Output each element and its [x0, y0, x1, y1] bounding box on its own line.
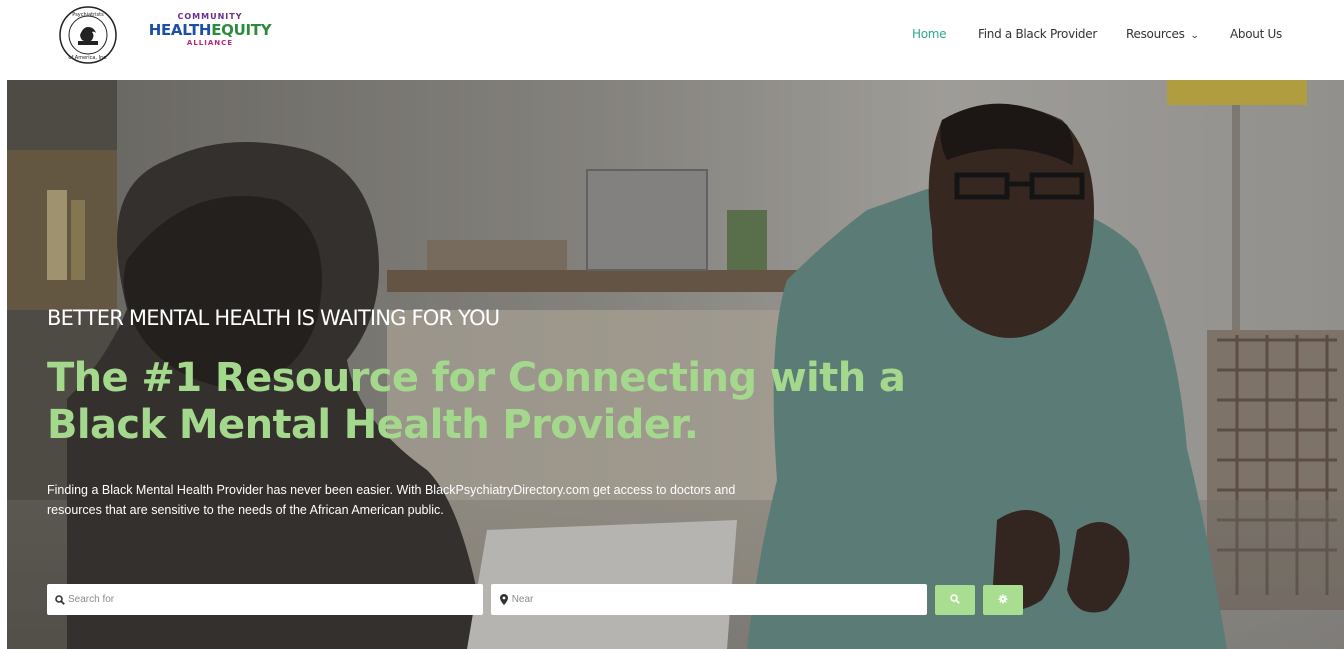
location-pin-icon — [499, 594, 509, 606]
nav-resources[interactable]: Resources ⌄ — [1126, 27, 1200, 45]
nav-find-a-black-provider[interactable]: Find a Black Provider — [978, 27, 1097, 45]
logo-alliance-text: ALLIANCE — [186, 39, 234, 47]
svg-text:Psychiatrists: Psychiatrists — [72, 12, 104, 18]
nav-about-us[interactable]: About Us — [1230, 27, 1282, 45]
community-health-equity-alliance-logo[interactable]: COMMUNITY HEALTHEQUITY ALLIANCE — [140, 12, 280, 62]
hero-eyebrow: BETTER MENTAL HEALTH IS WAITING FOR YOU — [47, 306, 500, 330]
near-location-field[interactable] — [491, 584, 927, 615]
nav-home[interactable]: Home — [912, 27, 947, 45]
search-icon — [55, 594, 65, 606]
hero-description: Finding a Black Mental Health Provider h… — [47, 483, 736, 517]
search-submit-button[interactable] — [935, 585, 975, 615]
logo-health-equity-text: HEALTHEQUITY — [148, 21, 272, 39]
search-for-field[interactable] — [47, 584, 483, 615]
site-header: Psychiatrists of America, Inc. COMMUNITY… — [0, 0, 1344, 80]
search-icon — [950, 591, 960, 609]
hero-headline: The #1 Resource for Connecting with a Bl… — [47, 355, 906, 448]
search-settings-button[interactable] — [983, 585, 1023, 615]
nav-resources-label: Resources — [1126, 27, 1185, 41]
black-psychiatrists-seal-logo[interactable]: Psychiatrists of America, Inc. — [58, 5, 118, 65]
near-input[interactable] — [511, 594, 927, 605]
gear-icon — [998, 591, 1008, 609]
svg-text:of America, Inc.: of America, Inc. — [68, 55, 108, 61]
chevron-down-icon: ⌄ — [1189, 31, 1200, 41]
search-for-input[interactable] — [68, 594, 483, 605]
